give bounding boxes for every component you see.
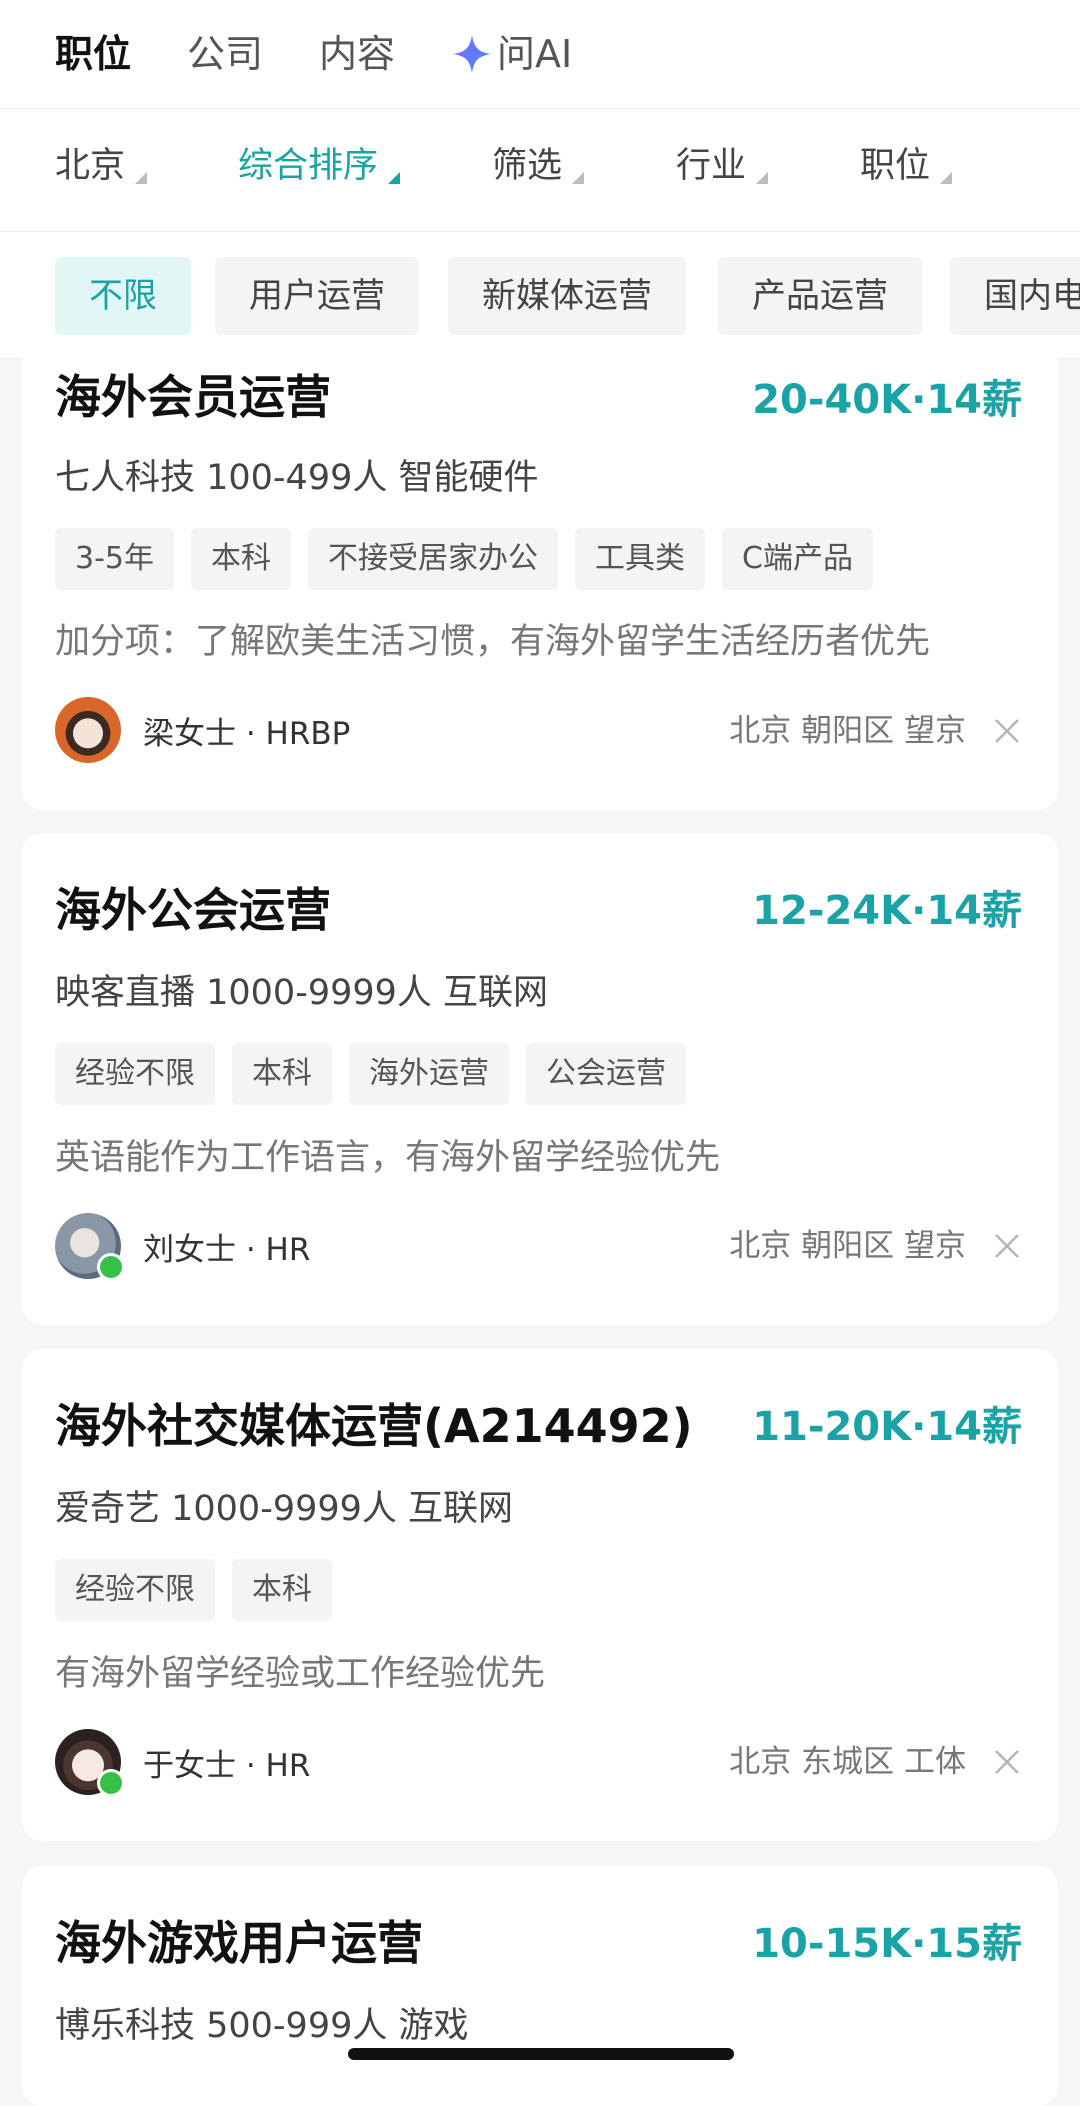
filter-position-label: 职位 bbox=[860, 146, 931, 186]
avatar bbox=[55, 1213, 125, 1281]
job-salary: 10-15K·15薪 bbox=[752, 1921, 1022, 1967]
dropdown-triangle-icon bbox=[572, 172, 585, 184]
tab-ask-ai[interactable]: 问AI bbox=[451, 33, 572, 75]
recruiter-name: 梁女士 · HRBP bbox=[143, 715, 351, 752]
filter-industry-label: 行业 bbox=[676, 146, 747, 186]
company-info: 博乐科技 500-999人 游戏 bbox=[55, 2006, 469, 2046]
avatar bbox=[55, 1729, 125, 1797]
job-salary: 12-24K·14薪 bbox=[752, 888, 1022, 934]
tab-jobs[interactable]: 职位 bbox=[55, 35, 131, 73]
tag: 海外运营 bbox=[349, 1043, 509, 1105]
tab-ask-ai-label: 问AI bbox=[497, 32, 573, 76]
online-status-dot bbox=[97, 1769, 125, 1797]
filter-sort[interactable]: 综合排序 bbox=[238, 146, 401, 186]
job-card[interactable]: 海外会员运营 20-40K·14薪 七人科技 100-499人 智能硬件 3-5… bbox=[22, 340, 1058, 810]
close-icon[interactable] bbox=[992, 716, 1022, 746]
dropdown-triangle-icon bbox=[388, 172, 401, 184]
filter-position[interactable]: 职位 bbox=[860, 146, 953, 186]
tag-list: 经验不限 本科 bbox=[55, 1559, 349, 1621]
filter-city[interactable]: 北京 bbox=[55, 146, 148, 186]
avatar bbox=[55, 697, 121, 763]
job-description: 有海外留学经验或工作经验优先 bbox=[55, 1654, 546, 1694]
filter-city-label: 北京 bbox=[55, 146, 126, 186]
job-title: 海外公会运营 bbox=[55, 883, 331, 937]
job-title: 海外游戏用户运营 bbox=[55, 1916, 423, 1970]
company-info: 七人科技 100-499人 智能硬件 bbox=[55, 458, 539, 498]
chip-new-media-operation[interactable]: 新媒体运营 bbox=[448, 257, 686, 335]
home-indicator[interactable] bbox=[348, 2048, 734, 2060]
dropdown-triangle-icon bbox=[135, 172, 148, 184]
tag-list: 经验不限 本科 海外运营 公会运营 bbox=[55, 1043, 703, 1105]
top-tab-bar: 职位 公司 内容 问AI bbox=[0, 0, 1080, 109]
close-icon[interactable] bbox=[992, 1231, 1022, 1261]
job-location: 北京 朝阳区 望京 bbox=[729, 713, 966, 749]
tag: 经验不限 bbox=[55, 1043, 215, 1105]
job-location: 北京 东城区 工体 bbox=[729, 1744, 966, 1780]
job-location: 北京 朝阳区 望京 bbox=[729, 1228, 966, 1264]
tab-companies[interactable]: 公司 bbox=[187, 35, 263, 73]
filter-screen-label: 筛选 bbox=[492, 146, 563, 186]
tag: 3-5年 bbox=[55, 528, 174, 590]
tag: 本科 bbox=[232, 1559, 332, 1621]
company-info: 映客直播 1000-9999人 互联网 bbox=[55, 973, 549, 1013]
job-card[interactable]: 海外社交媒体运营(A214492) 11-20K·14薪 爱奇艺 1000-99… bbox=[22, 1349, 1058, 1841]
job-card[interactable]: 海外公会运营 12-24K·14薪 映客直播 1000-9999人 互联网 经验… bbox=[22, 833, 1058, 1325]
company-info: 爱奇艺 1000-9999人 互联网 bbox=[55, 1489, 514, 1529]
tag: 工具类 bbox=[575, 528, 705, 590]
chip-domestic-ecommerce[interactable]: 国内电 bbox=[950, 257, 1080, 335]
job-card[interactable]: 海外游戏用户运营 10-15K·15薪 博乐科技 500-999人 游戏 bbox=[22, 1866, 1058, 2106]
recruiter-row: 于女士 · HR bbox=[55, 1729, 311, 1797]
filter-sort-label: 综合排序 bbox=[238, 146, 379, 186]
job-salary: 20-40K·14薪 bbox=[752, 377, 1022, 423]
close-icon[interactable] bbox=[992, 1747, 1022, 1777]
sparkle-icon bbox=[453, 35, 491, 73]
dropdown-triangle-icon bbox=[940, 172, 953, 184]
dropdown-triangle-icon bbox=[756, 172, 769, 184]
tag: 本科 bbox=[232, 1043, 332, 1105]
chip-user-operation[interactable]: 用户运营 bbox=[215, 257, 419, 335]
job-title: 海外社交媒体运营(A214492) bbox=[55, 1399, 693, 1453]
filter-industry[interactable]: 行业 bbox=[676, 146, 769, 186]
tag: C端产品 bbox=[722, 528, 873, 590]
online-status-dot bbox=[97, 1253, 125, 1281]
tag-list: 3-5年 本科 不接受居家办公 工具类 C端产品 bbox=[55, 528, 890, 590]
tag: 本科 bbox=[191, 528, 291, 590]
chip-unlimited[interactable]: 不限 bbox=[55, 257, 191, 335]
recruiter-name: 于女士 · HR bbox=[143, 1747, 311, 1784]
recruiter-row: 刘女士 · HR bbox=[55, 1213, 311, 1281]
tag: 公会运营 bbox=[526, 1043, 686, 1105]
recruiter-row: 梁女士 · HRBP bbox=[55, 697, 350, 763]
job-title: 海外会员运营 bbox=[55, 370, 331, 424]
filter-screen[interactable]: 筛选 bbox=[492, 146, 585, 186]
job-description: 英语能作为工作语言，有海外留学经验优先 bbox=[55, 1138, 721, 1178]
tag: 不接受居家办公 bbox=[308, 528, 558, 590]
recruiter-name: 刘女士 · HR bbox=[143, 1231, 311, 1268]
job-salary: 11-20K·14薪 bbox=[752, 1404, 1022, 1450]
tag: 经验不限 bbox=[55, 1559, 215, 1621]
filter-bar: 北京 综合排序 筛选 行业 职位 bbox=[0, 109, 1080, 232]
tab-content[interactable]: 内容 bbox=[319, 35, 395, 73]
chip-product-operation[interactable]: 产品运营 bbox=[718, 257, 922, 335]
job-description: 加分项：了解欧美生活习惯，有海外留学生活经历者优先 bbox=[55, 622, 931, 662]
